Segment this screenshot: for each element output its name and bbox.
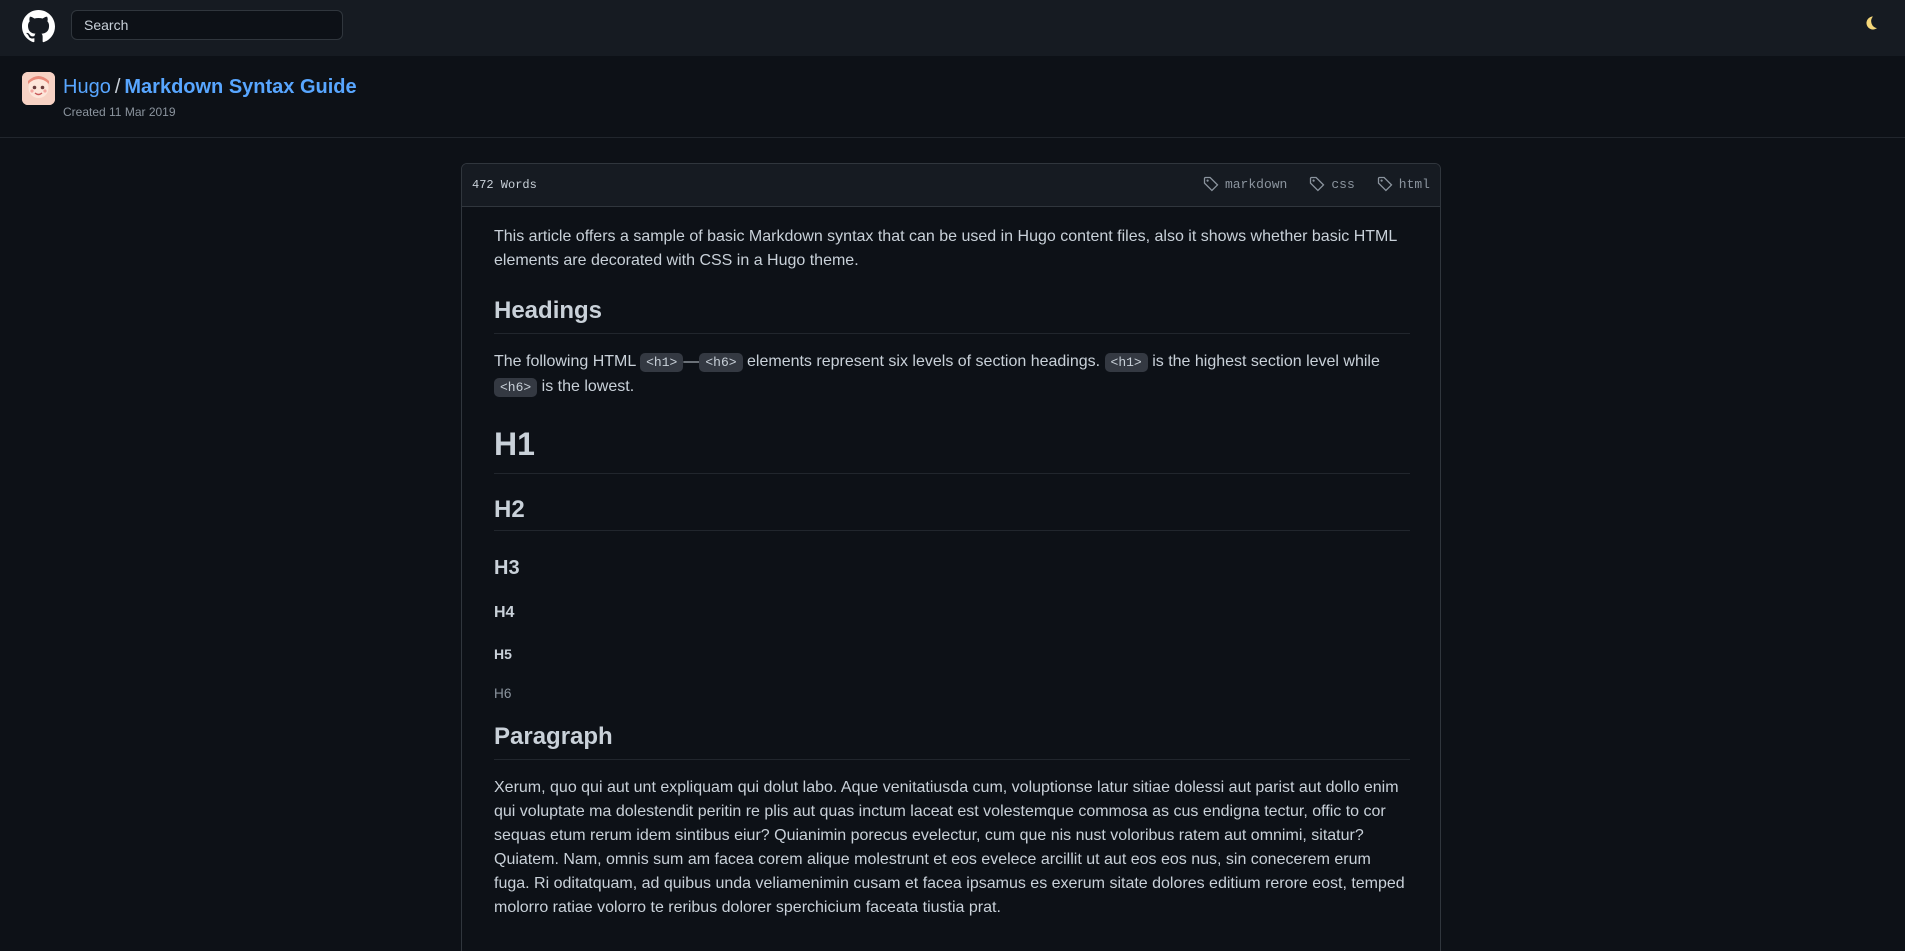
headings-text-4: is the lowest. [537,378,635,395]
tag-html[interactable]: html [1377,176,1430,192]
headings-description: The following HTML <h1> — <h6> elements re… [494,350,1410,400]
intro-paragraph: This article offers a sample of basic Ma… [494,228,1397,269]
hugo-avatar-icon [22,72,55,105]
github-logo-icon[interactable] [22,10,55,43]
paragraph-section-title: Paragraph [494,723,1410,760]
article-card: 472 Words markdown css html This article… [461,163,1441,951]
tag-label: markdown [1224,176,1288,192]
created-date: Created 11 Mar 2019 [63,105,176,119]
article-card-header: 472 Words markdown css html [462,164,1440,207]
heading-h6-demo: H6 [494,686,512,701]
tag-icon [1203,176,1219,192]
headings-text-1: The following HTML [494,353,641,370]
tag-css[interactable]: css [1309,176,1355,192]
heading-h3-demo: H3 [494,557,520,579]
heading-h4-demo: H4 [494,604,515,621]
headings-text-2: elements represent six levels of section… [742,353,1105,370]
avatar[interactable] [22,72,55,105]
tag-label: html [1398,176,1430,192]
repo-header: Hugo / Markdown Syntax Guide Created 11 Ma… [0,56,1905,138]
paragraph-text: Xerum, quo qui aut unt expliquam qui dol… [494,779,1405,916]
tag-list: markdown css html [1203,176,1430,192]
heading-h2-demo: H2 [494,496,1410,531]
code-h1: <h1> [640,353,684,372]
breadcrumb: Hugo / Markdown Syntax Guide [63,75,357,99]
tag-markdown[interactable]: markdown [1203,176,1287,192]
code-h6-2: <h6> [494,378,538,397]
code-h6: <h6> [699,353,743,372]
breadcrumb-owner-link[interactable]: Hugo [63,76,111,98]
headings-section-title: Headings [494,297,1410,334]
dash: — [683,353,700,370]
page-title[interactable]: Markdown Syntax Guide [124,76,356,98]
search-input[interactable] [71,10,343,40]
tag-label: css [1331,176,1355,192]
code-h1-2: <h1> [1104,353,1148,372]
top-navbar [0,0,1905,56]
heading-h1-demo: H1 [494,426,1410,474]
moon-icon[interactable] [1862,15,1878,31]
breadcrumb-separator: / [114,76,121,98]
tag-icon [1310,176,1325,192]
headings-text-3: is the highest section level while [1147,353,1380,370]
word-count: 472 Words [472,178,537,192]
heading-h5-demo: H5 [494,646,512,662]
tag-icon [1377,176,1393,192]
article-body: This article offers a sample of basic Ma… [494,225,1410,920]
